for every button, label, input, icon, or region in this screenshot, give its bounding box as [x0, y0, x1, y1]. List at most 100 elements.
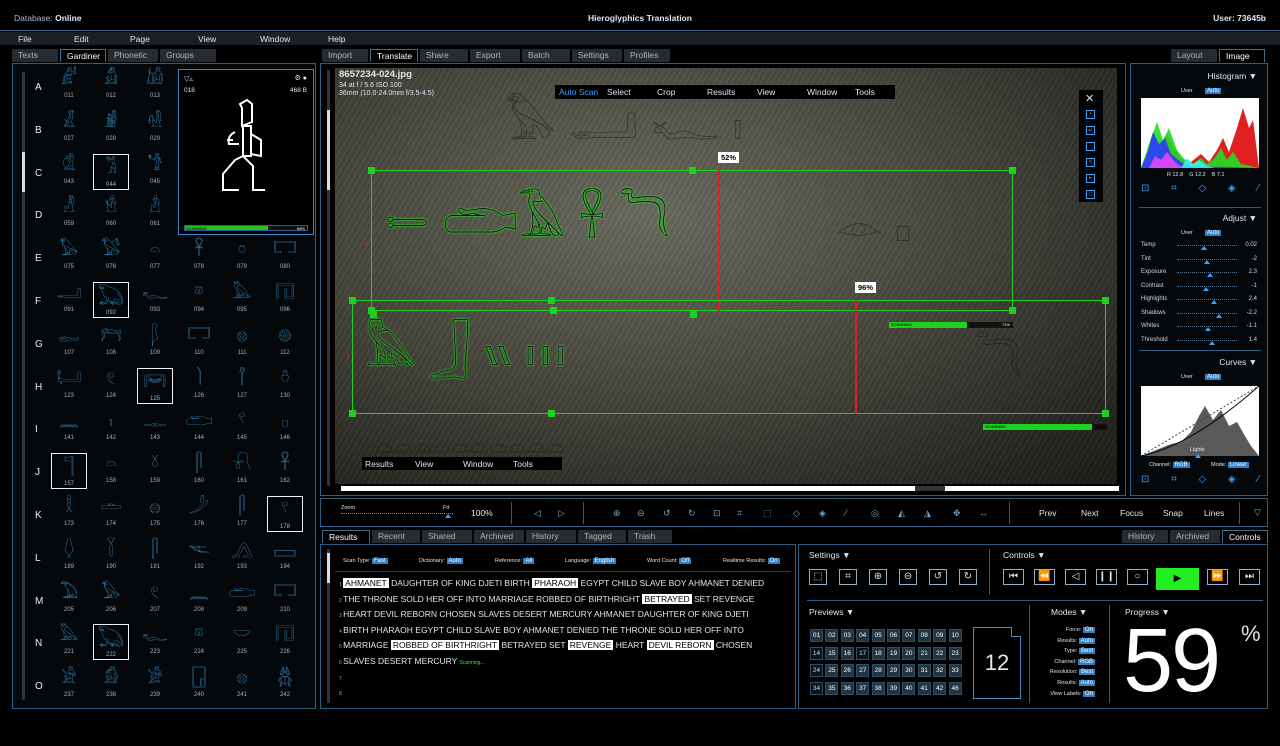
- preview-chip[interactable]: 32: [933, 664, 947, 677]
- marquee-icon[interactable]: ⬚: [763, 508, 772, 519]
- frame-tool-icon[interactable]: ⊡: [1141, 474, 1149, 485]
- undo-icon[interactable]: ↺: [929, 569, 947, 585]
- glyph-cell[interactable]: 𓅄 076: [93, 239, 129, 270]
- copy-icon[interactable]: ▫: [1086, 142, 1095, 151]
- tab-export[interactable]: Export: [470, 49, 520, 62]
- glyph-cell[interactable]: 𓀁 238: [93, 667, 129, 698]
- tab-batch[interactable]: Batch: [522, 49, 570, 62]
- preview-chip[interactable]: 25: [825, 664, 839, 677]
- image-v-scrollbar[interactable]: [327, 70, 330, 486]
- tab-import[interactable]: Import: [322, 49, 368, 62]
- preview-chip[interactable]: 15: [825, 646, 839, 660]
- tab-recent[interactable]: Recent: [372, 530, 420, 543]
- preview-chip[interactable]: 36: [840, 681, 854, 695]
- slider-knob[interactable]: [1204, 259, 1210, 264]
- frame-tool-icon[interactable]: ⊡: [1141, 183, 1149, 194]
- tools-menu[interactable]: Tools: [851, 87, 895, 97]
- glyph-cell[interactable]: 𓋞 125: [137, 367, 173, 404]
- glyph-cell[interactable]: 𓉐 110: [181, 325, 217, 356]
- flip-icon[interactable]: ◭: [898, 508, 905, 519]
- rotate-tool-icon[interactable]: ◈: [1228, 474, 1236, 485]
- preview-chip[interactable]: 01: [810, 629, 823, 642]
- glyph-cell[interactable]: 𓎼 224: [181, 624, 217, 655]
- zoom-slider[interactable]: [341, 513, 453, 514]
- glyph-cell[interactable]: 𓍢 145: [224, 410, 260, 441]
- preview-menu-icon[interactable]: ▽▵: [184, 75, 193, 83]
- glyph-cell[interactable]: 𓊖 241: [224, 667, 260, 698]
- preview-chip[interactable]: 39: [887, 681, 900, 695]
- curves-knob[interactable]: [1195, 454, 1201, 458]
- tab-archived[interactable]: Archived: [474, 530, 524, 543]
- glyph-cell[interactable]: 𓂧 144: [181, 410, 217, 441]
- glyph-cell[interactable]: 𓌙 126: [181, 368, 217, 399]
- adjust-slider[interactable]: Whites -1.1: [1141, 323, 1261, 331]
- menu-edit[interactable]: Edit: [74, 34, 89, 44]
- preview-chip[interactable]: 28: [871, 664, 885, 677]
- bottom-tools-menu[interactable]: Tools: [510, 459, 550, 469]
- move-icon[interactable]: ✥: [953, 508, 961, 519]
- highlighted-word[interactable]: DEVIL REBORN: [646, 640, 714, 651]
- glyph-cell[interactable]: 𓁀 108: [93, 325, 129, 356]
- glyph-cell[interactable]: 𓆄 109: [137, 325, 173, 356]
- preview-chip[interactable]: 42: [933, 681, 947, 695]
- mode-value[interactable]: Best: [1078, 669, 1095, 676]
- preview-chip[interactable]: 30: [902, 664, 916, 677]
- glyph-cell[interactable]: 𓆏 222: [93, 624, 129, 661]
- prev-button[interactable]: Prev: [1039, 508, 1056, 518]
- return-icon[interactable]: ↵: [1086, 126, 1095, 135]
- glyph-cell[interactable]: 𓊖 111: [224, 325, 260, 356]
- glyph-cell[interactable]: 𓏊 130: [267, 368, 303, 399]
- crop-button-icon[interactable]: ⌗: [839, 569, 857, 585]
- diamond-icon[interactable]: ◇: [793, 508, 800, 519]
- handle[interactable]: [349, 297, 356, 304]
- handle[interactable]: [690, 311, 697, 318]
- glyph-cell[interactable]: 𓍯 161: [224, 453, 260, 484]
- skip-forward-icon[interactable]: ⏭: [1239, 569, 1260, 585]
- mode-value[interactable]: On: [1082, 690, 1095, 697]
- histogram-title[interactable]: Histogram ▼: [1207, 71, 1257, 81]
- tab-shared[interactable]: Shared: [422, 530, 472, 543]
- rewind-icon[interactable]: ⏪: [1034, 569, 1055, 585]
- glyph-cell[interactable]: 𓈖 208: [181, 582, 217, 613]
- glyph-cell[interactable]: 𓌳 176: [181, 496, 217, 527]
- redo-icon[interactable]: ↻: [959, 569, 977, 585]
- settings-title[interactable]: Settings ▼: [809, 550, 851, 560]
- snap-button[interactable]: Snap: [1163, 508, 1183, 518]
- glyph-cell[interactable]: 𓁚 059: [51, 196, 87, 227]
- adjust-slider[interactable]: Temp 0.02: [1141, 242, 1261, 250]
- layers-icon[interactable]: ≡: [1086, 158, 1095, 167]
- translation-line[interactable]: 3 HEART DEVIL REBORN CHOSEN SLAVES DESER…: [339, 609, 749, 619]
- glyph-cell[interactable]: 𓁛 060: [93, 196, 129, 227]
- handle[interactable]: [1009, 167, 1016, 174]
- glyph-cell[interactable]: 𓎼 094: [181, 282, 217, 313]
- preview-chip[interactable]: 26: [840, 664, 854, 677]
- image-h-scrollbar[interactable]: [341, 486, 1119, 491]
- handle[interactable]: [368, 167, 375, 174]
- tab-image[interactable]: Image: [1219, 49, 1265, 62]
- handle[interactable]: [349, 410, 356, 417]
- tab-texts[interactable]: Texts: [12, 49, 58, 62]
- slider-knob[interactable]: [1202, 286, 1209, 291]
- glyph-cell[interactable]: 𓉔 096: [267, 282, 303, 313]
- glyph-cell[interactable]: 𓉐 210: [267, 582, 303, 613]
- handle[interactable]: [1102, 410, 1109, 417]
- zoom-knob[interactable]: [445, 514, 451, 518]
- glyph-cell[interactable]: 𓋴 177: [224, 496, 260, 527]
- glyph-cell[interactable]: 𓋴 191: [137, 539, 173, 570]
- bottom-view-menu[interactable]: View: [412, 459, 460, 469]
- glyph-cell[interactable]: 𓋾 127: [224, 368, 260, 399]
- wand-icon[interactable]: ⁄: [845, 508, 847, 518]
- preview-chip[interactable]: 21: [917, 646, 931, 660]
- zoom-in-button-icon[interactable]: ⊕: [869, 569, 887, 585]
- bottom-window-menu[interactable]: Window: [460, 459, 510, 469]
- glyph-cell[interactable]: 𓊪 146: [267, 410, 303, 441]
- glyph-cell[interactable]: 𓀌 013: [137, 68, 173, 99]
- adjust-slider[interactable]: Contrast -1: [1141, 283, 1261, 291]
- handle[interactable]: [689, 167, 696, 174]
- preview-chip[interactable]: 05: [871, 629, 885, 642]
- rotate-left-icon[interactable]: ↺: [663, 508, 671, 519]
- translation-line[interactable]: 4 BIRTH PHARAOH EGYPT CHILD SLAVE BOY AH…: [339, 625, 744, 635]
- glyph-cell[interactable]: 𓏏 077: [137, 239, 173, 270]
- record-icon[interactable]: ○: [1127, 569, 1148, 585]
- glyph-cell[interactable]: 𓌻 192: [181, 539, 217, 570]
